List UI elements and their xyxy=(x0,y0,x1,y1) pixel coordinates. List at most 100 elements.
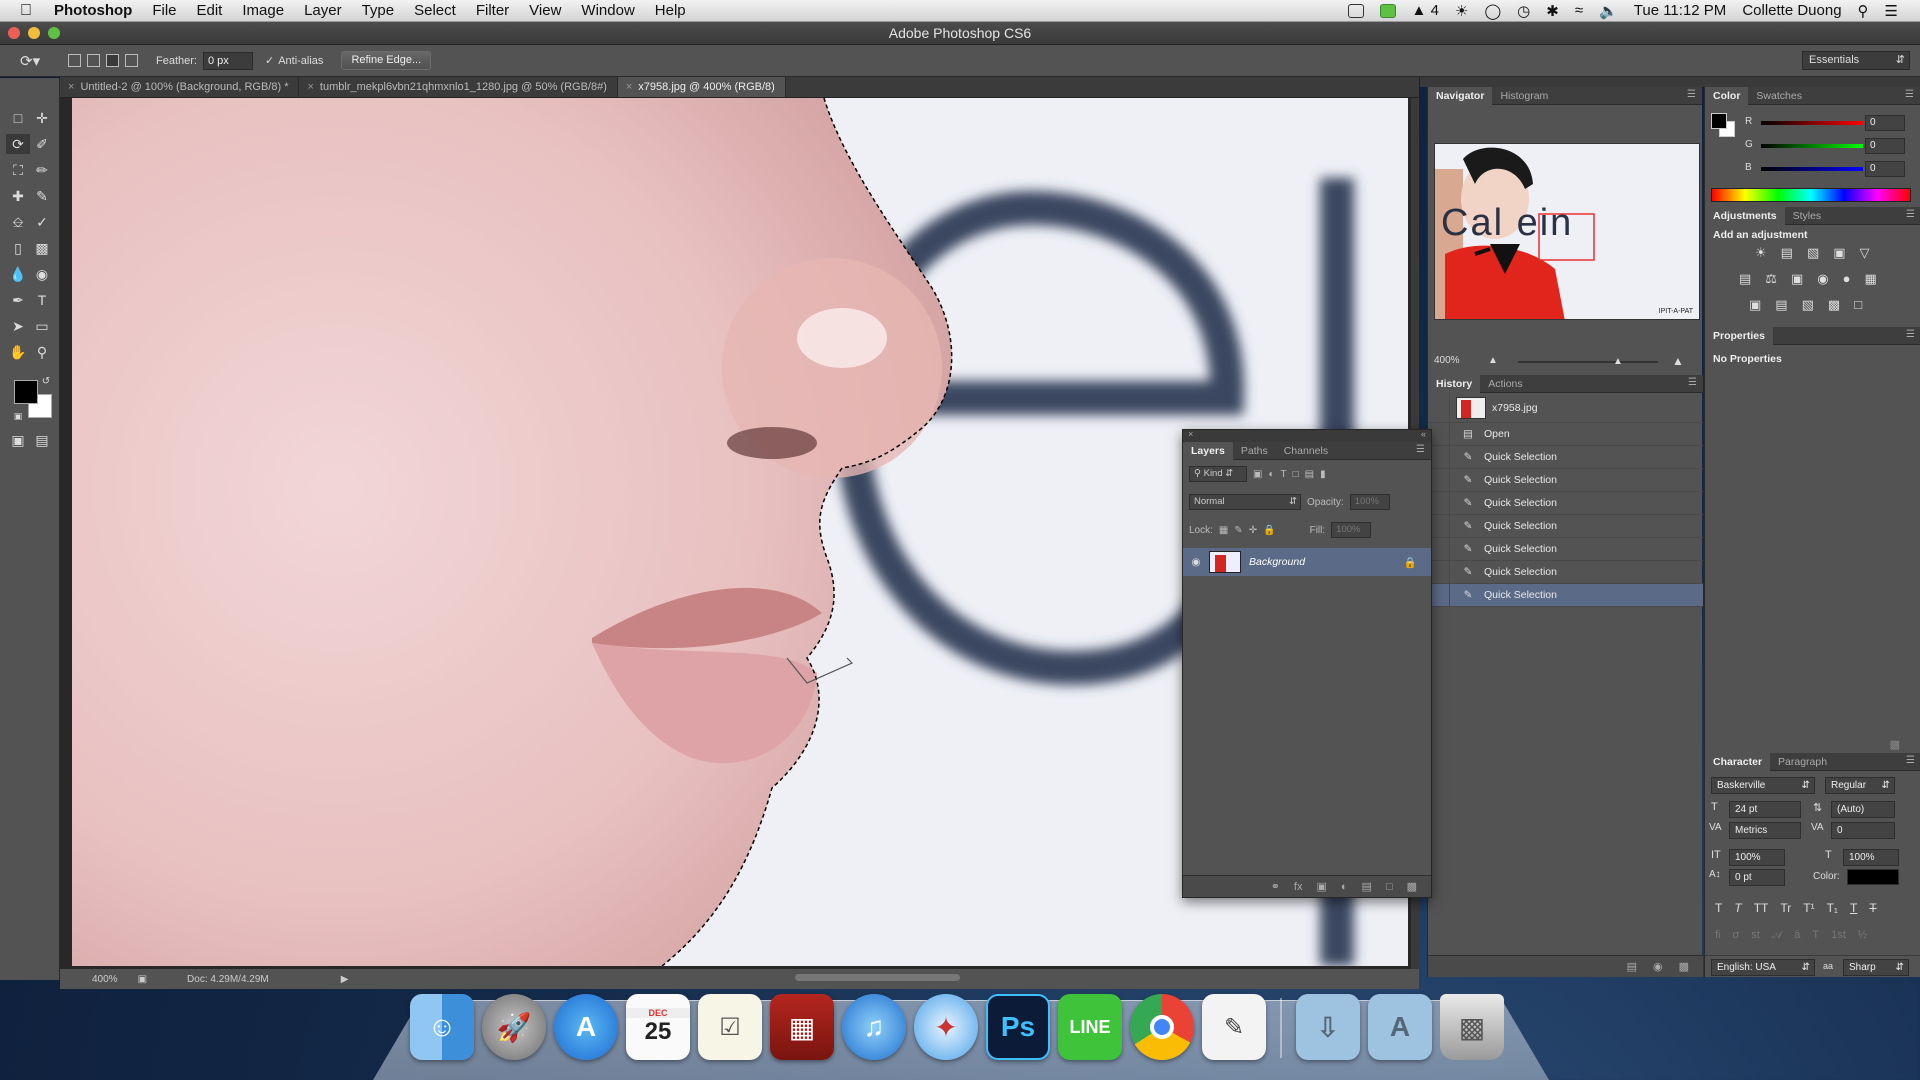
exposure-icon[interactable]: ▣ xyxy=(1833,245,1845,261)
brightness-icon[interactable]: ☀ xyxy=(1455,2,1468,20)
lock-all-icon[interactable]: 🔒 xyxy=(1263,525,1275,536)
tab-history[interactable]: History xyxy=(1428,374,1481,393)
delete-state-icon[interactable]: ▩ xyxy=(1679,960,1689,973)
navigator-zoom-value[interactable]: 400% xyxy=(1434,355,1460,366)
gradient-map-icon[interactable]: ▩ xyxy=(1828,297,1840,313)
menubar-clock[interactable]: Tue 11:12 PM xyxy=(1634,2,1727,19)
safari-icon[interactable]: ✦ xyxy=(914,994,978,1060)
history-item[interactable]: ✎ Quick Selection xyxy=(1428,491,1703,515)
menu-help[interactable]: Help xyxy=(645,2,696,19)
history-item[interactable]: ✎ Quick Selection xyxy=(1428,583,1703,607)
reminders-icon[interactable]: ☑ xyxy=(698,994,762,1060)
tab-navigator[interactable]: Navigator xyxy=(1428,86,1493,105)
horizontal-scrollbar[interactable] xyxy=(795,974,960,981)
zoom-window-button[interactable] xyxy=(48,27,60,39)
notifications-icon[interactable]: ☰ xyxy=(1885,2,1898,20)
hue-saturation-icon[interactable]: ▤ xyxy=(1739,271,1751,287)
foreground-color-swatch[interactable] xyxy=(14,380,38,404)
panel-menu-icon[interactable]: ☰ xyxy=(1906,755,1915,766)
fractions-icon[interactable]: 1st xyxy=(1831,929,1846,942)
history-item[interactable]: ▤ Open xyxy=(1428,422,1703,446)
tab-channels[interactable]: Channels xyxy=(1276,442,1336,460)
curves-icon[interactable]: ▧ xyxy=(1807,245,1819,261)
history-item[interactable]: ✎ Quick Selection xyxy=(1428,537,1703,561)
subscript-icon[interactable]: T₁ xyxy=(1827,901,1838,915)
crop-tool-icon[interactable]: ⛶ xyxy=(6,160,30,180)
new-layer-icon[interactable]: □ xyxy=(1386,881,1393,893)
navigator-thumbnail[interactable]: Cal ein IPIT-A-PAT xyxy=(1434,143,1700,320)
history-item[interactable]: ✎ Quick Selection xyxy=(1428,468,1703,492)
fill-input[interactable]: 100% xyxy=(1331,522,1372,538)
photo-booth-icon[interactable]: ▦ xyxy=(770,994,834,1060)
panel-menu-icon[interactable]: ☰ xyxy=(1687,89,1696,100)
small-caps-icon[interactable]: Tr xyxy=(1780,901,1791,915)
itunes-icon[interactable]: ♫ xyxy=(842,994,906,1060)
history-item[interactable]: ✎ Quick Selection xyxy=(1428,560,1703,584)
selective-color-icon[interactable]: □ xyxy=(1854,297,1862,313)
history-brush-source[interactable] xyxy=(1428,392,1450,423)
close-window-button[interactable] xyxy=(8,27,20,39)
wifi-icon[interactable]: ≈ xyxy=(1575,2,1583,19)
move-tool-icon[interactable]: ✛ xyxy=(30,108,54,128)
lasso-tool-preset-icon[interactable]: ⟳▾ xyxy=(20,52,46,70)
downloads-folder-icon[interactable]: ⇩ xyxy=(1296,994,1360,1060)
status-menu-arrow-icon[interactable]: ▶ xyxy=(341,974,349,985)
eraser-tool-icon[interactable]: ▯ xyxy=(6,238,30,258)
color-balance-icon[interactable]: ⚖ xyxy=(1765,271,1777,287)
history-item[interactable]: ✎ Quick Selection xyxy=(1428,445,1703,469)
screen-mode-icon[interactable]: ▤ xyxy=(30,430,54,450)
posterize-icon[interactable]: ▤ xyxy=(1775,297,1787,313)
contextual-alt-icon[interactable]: σ xyxy=(1733,929,1740,942)
intersect-selection-icon[interactable] xyxy=(125,54,138,67)
layer-background[interactable]: ◉ Background 🔒 xyxy=(1183,548,1431,576)
leading-input[interactable]: (Auto) xyxy=(1831,801,1895,818)
filter-pixel-icon[interactable]: ▣ xyxy=(1253,469,1262,480)
superscript-icon[interactable]: T¹ xyxy=(1803,901,1814,915)
zoom-level[interactable]: 400% xyxy=(92,974,118,985)
levels-icon[interactable]: ▤ xyxy=(1781,245,1793,261)
panel-menu-icon[interactable]: ☰ xyxy=(1416,444,1425,455)
new-document-from-state-icon[interactable]: ▤ xyxy=(1627,960,1637,973)
swash-icon[interactable]: 𝒜 xyxy=(1772,929,1782,942)
spotlight-icon[interactable]: ⚲ xyxy=(1858,2,1869,20)
faux-italic-icon[interactable]: T xyxy=(1734,901,1741,915)
workspace-dropdown[interactable]: Essentials ⇵ xyxy=(1802,51,1910,70)
new-selection-icon[interactable] xyxy=(68,54,81,67)
type-tool-icon[interactable]: T xyxy=(30,290,54,310)
channel-mixer-icon[interactable]: ● xyxy=(1843,271,1851,287)
tracking-input[interactable]: 0 xyxy=(1831,822,1895,839)
menu-layer[interactable]: Layer xyxy=(294,2,352,19)
tab-properties[interactable]: Properties xyxy=(1705,326,1773,345)
applications-folder-icon[interactable]: A xyxy=(1368,994,1432,1060)
app-store-icon[interactable]: A xyxy=(554,994,618,1060)
brightness-contrast-icon[interactable]: ☀ xyxy=(1755,245,1767,261)
menubar-user[interactable]: Collette Duong xyxy=(1742,2,1841,19)
black-white-icon[interactable]: ▣ xyxy=(1791,271,1803,287)
ordinals-icon[interactable]: T xyxy=(1812,929,1819,942)
photo-filter-icon[interactable]: ◉ xyxy=(1817,271,1828,287)
stylistic-alt-icon[interactable]: st xyxy=(1751,929,1760,942)
filter-toggle-icon[interactable]: ▮ xyxy=(1320,469,1326,480)
collapse-panel-icon[interactable]: « xyxy=(1421,429,1426,439)
tab-styles[interactable]: Styles xyxy=(1785,207,1830,225)
navigator-zoom-slider-thumb[interactable]: ▲ xyxy=(1613,356,1623,367)
default-colors-icon[interactable]: ▣ xyxy=(6,406,30,426)
close-tab-icon[interactable]: × xyxy=(626,81,632,93)
link-layers-icon[interactable]: ⚭ xyxy=(1271,880,1280,893)
blur-tool-icon[interactable]: 💧 xyxy=(6,264,30,284)
opacity-input[interactable]: 100% xyxy=(1349,494,1390,510)
font-family-dropdown[interactable]: Baskerville ⇵ xyxy=(1711,777,1815,794)
panel-menu-icon[interactable]: ☰ xyxy=(1688,377,1697,388)
antialias-dropdown[interactable]: Sharp ⇵ xyxy=(1843,959,1909,976)
marquee-tool-icon[interactable]: □ xyxy=(6,108,30,128)
hand-tool-icon[interactable]: ✋ xyxy=(6,342,30,362)
vibrance-icon[interactable]: ▽ xyxy=(1860,245,1870,261)
doc-tab-tumblr[interactable]: × tumblr_mekpl6vbn21qhmxnlo1_1280.jpg @ 5… xyxy=(299,77,618,97)
menu-file[interactable]: File xyxy=(142,2,186,19)
faux-bold-icon[interactable]: T xyxy=(1715,901,1722,915)
tab-paragraph[interactable]: Paragraph xyxy=(1770,753,1835,771)
add-mask-icon[interactable]: ▣ xyxy=(1316,880,1326,893)
zoom-out-icon[interactable]: ▲ xyxy=(1488,355,1498,366)
text-color-swatch[interactable] xyxy=(1847,869,1899,885)
ligatures-icon[interactable]: fi xyxy=(1715,929,1721,942)
